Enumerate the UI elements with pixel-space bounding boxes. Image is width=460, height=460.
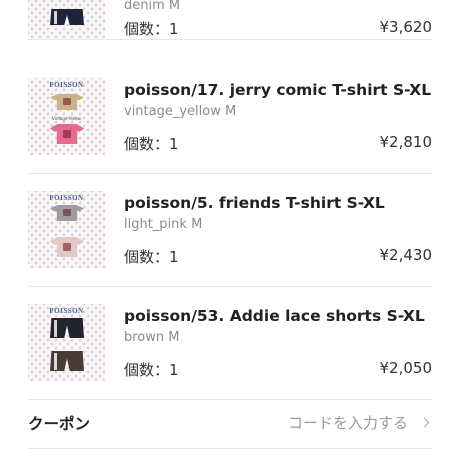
item-quantity: 個数：1 xyxy=(124,248,179,266)
thumbnail-pattern xyxy=(28,0,105,38)
item-title[interactable]: poisson/53. Addie lace shorts S-XL xyxy=(124,307,425,325)
coupon-row[interactable]: クーポン コードを入力する xyxy=(28,400,432,449)
item-price: ¥2,430 xyxy=(379,246,433,264)
coupon-code-link[interactable]: コードを入力する xyxy=(288,412,408,433)
item-quantity: 個数：1 xyxy=(124,361,179,379)
item-variant: brown M xyxy=(124,330,180,345)
product-thumbnail[interactable] xyxy=(28,0,105,38)
thumbnail-pattern xyxy=(28,304,105,381)
item-price: ¥2,810 xyxy=(379,133,433,151)
thumbnail-caption: Vintage Yellow xyxy=(52,116,81,121)
product-thumbnail[interactable]: POISSON xyxy=(28,191,105,268)
cart-item: denim M 個数：1 ¥3,620 xyxy=(28,0,432,40)
cart-item: POISSON Vintage Yellow poisson/17. jerry… xyxy=(28,60,432,174)
item-variant: light_pink M xyxy=(124,217,203,232)
item-title[interactable]: poisson/5. friends T-shirt S-XL xyxy=(124,194,385,212)
thumbnail-brand: POISSON xyxy=(49,307,84,315)
cart-item: POISSON poisson/53. Addie lace shorts S-… xyxy=(28,286,432,400)
item-variant: denim M xyxy=(124,0,181,13)
coupon-label: クーポン xyxy=(28,415,91,433)
item-price: ¥3,620 xyxy=(379,18,433,36)
cart-item: POISSON poisson/5. friends T-shirt S-XL … xyxy=(28,173,432,287)
thumbnail-brand: POISSON xyxy=(49,81,84,89)
item-variant: vintage_yellow M xyxy=(124,104,237,119)
item-title[interactable]: poisson/17. jerry comic T-shirt S-XL xyxy=(124,81,431,99)
item-price: ¥2,050 xyxy=(379,359,433,377)
product-thumbnail[interactable]: POISSON xyxy=(28,304,105,381)
chevron-right-icon xyxy=(419,417,430,428)
thumbnail-brand: POISSON xyxy=(49,194,84,202)
item-quantity: 個数：1 xyxy=(124,20,179,38)
product-thumbnail[interactable]: POISSON Vintage Yellow xyxy=(28,78,105,155)
item-quantity: 個数：1 xyxy=(124,135,179,153)
